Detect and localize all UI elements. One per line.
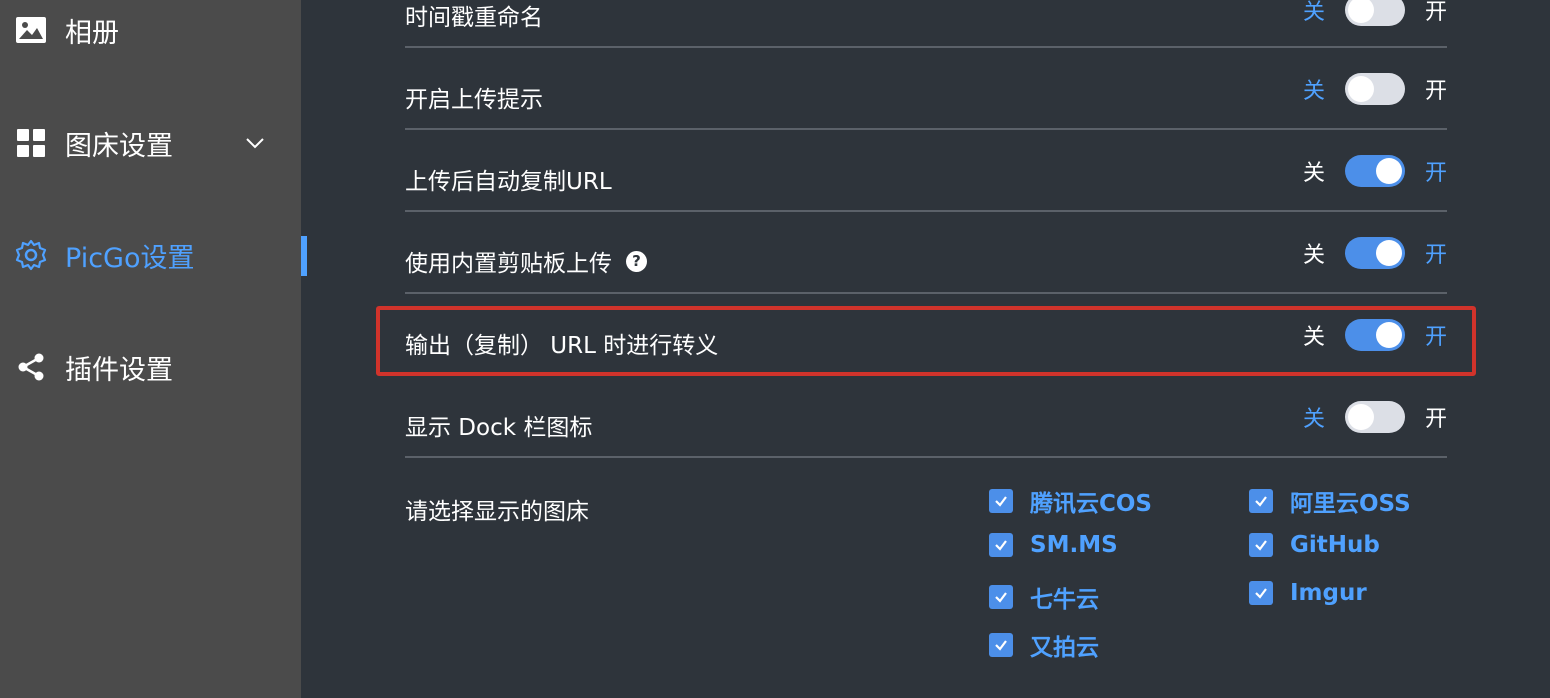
sidebar-item-album[interactable]: 相册 (0, 0, 301, 60)
switch-on-label: 开 (1424, 161, 1447, 186)
checkbox-box (1249, 581, 1273, 605)
checkbox-github[interactable]: GitHub (1249, 532, 1380, 558)
builtin-clipboard-toggle[interactable] (1344, 237, 1405, 269)
checkbox-box (989, 633, 1013, 657)
setting-label-text: 使用内置剪贴板上传 (405, 251, 612, 277)
setting-row-timestamp-rename: 时间戳重命名 关 开 (405, 0, 1447, 48)
check-icon (995, 592, 1007, 603)
toggle-knob (1375, 158, 1402, 184)
checkbox-smms[interactable]: SM.MS (989, 532, 1118, 558)
check-icon (1255, 540, 1267, 551)
highlight-box (376, 306, 1476, 376)
sidebar-item-label: PicGo设置 (65, 242, 195, 274)
auto-copy-url-toggle[interactable] (1344, 155, 1405, 187)
check-icon (1255, 588, 1267, 599)
check-icon (995, 640, 1007, 651)
switch-off-label: 关 (1302, 79, 1325, 104)
check-icon (995, 540, 1007, 551)
sidebar-item-picgo-settings[interactable]: PicGo设置 (0, 225, 301, 285)
checkbox-box (989, 533, 1013, 557)
chevron-down-icon[interactable] (244, 132, 266, 154)
share-icon (18, 353, 44, 381)
sidebar-item-label: 相册 (65, 17, 119, 49)
checkbox-label: 七牛云 (1030, 587, 1099, 613)
toggle-knob (1347, 0, 1374, 23)
checkbox-label: SM.MS (1030, 532, 1118, 558)
checkbox-box (989, 489, 1013, 513)
switch-off-label: 关 (1302, 407, 1325, 432)
sidebar-item-picbed-settings[interactable]: 图床设置 (0, 113, 301, 173)
checkbox-box (989, 585, 1013, 609)
picbed-select-label: 请选择显示的图床 (405, 499, 589, 525)
setting-label: 时间戳重命名 (405, 5, 543, 31)
sidebar-item-plugin-settings[interactable]: 插件设置 (0, 337, 301, 397)
checkbox-upyun[interactable]: 又拍云 (989, 628, 1099, 662)
check-icon (995, 496, 1007, 507)
checkbox-label: 腾讯云COS (1030, 491, 1152, 517)
switch-on-label: 开 (1424, 407, 1447, 432)
image-icon (16, 17, 46, 43)
setting-label: 显示 Dock 栏图标 (405, 415, 593, 441)
switch-group: 关 开 (1303, 155, 1447, 187)
dock-icon-toggle[interactable] (1344, 401, 1405, 433)
switch-group: 关 开 (1303, 0, 1447, 26)
checkbox-label: 又拍云 (1030, 635, 1099, 661)
checkbox-label: GitHub (1290, 532, 1380, 558)
gear-icon (15, 239, 47, 271)
setting-row-dock-icon: 显示 Dock 栏图标 关 开 (405, 376, 1447, 458)
sidebar-item-label: 插件设置 (65, 354, 173, 386)
checkbox-box (1249, 533, 1273, 557)
toggle-knob (1375, 240, 1402, 266)
grid-icon (17, 129, 45, 157)
setting-label: 使用内置剪贴板上传 ? (405, 246, 647, 277)
setting-row-upload-notification: 开启上传提示 关 开 (405, 48, 1447, 130)
upload-notification-toggle[interactable] (1344, 73, 1405, 105)
setting-label: 开启上传提示 (405, 87, 543, 113)
switch-off-label: 关 (1302, 0, 1325, 25)
timestamp-rename-toggle[interactable] (1344, 0, 1405, 26)
toggle-knob (1347, 404, 1374, 430)
check-icon (1255, 496, 1267, 507)
switch-group: 关 开 (1303, 401, 1447, 433)
switch-on-label: 开 (1424, 0, 1447, 25)
checkbox-label: Imgur (1290, 580, 1367, 606)
switch-group: 关 开 (1303, 73, 1447, 105)
switch-group: 关 开 (1303, 237, 1447, 269)
help-icon[interactable]: ? (626, 250, 647, 272)
active-indicator (301, 236, 307, 276)
checkbox-imgur[interactable]: Imgur (1249, 580, 1367, 606)
switch-on-label: 开 (1424, 243, 1447, 268)
switch-off-label: 关 (1302, 161, 1325, 186)
sidebar: 相册 图床设置 PicGo设置 插件设置 (0, 0, 301, 698)
toggle-knob (1347, 76, 1374, 102)
checkbox-box (1249, 489, 1273, 513)
setting-label: 上传后自动复制URL (405, 169, 612, 195)
sidebar-item-label: 图床设置 (65, 130, 173, 162)
checkbox-qiniu[interactable]: 七牛云 (989, 580, 1099, 614)
setting-row-builtin-clipboard: 使用内置剪贴板上传 ? 关 开 (405, 212, 1447, 294)
checkbox-aliyun-oss[interactable]: 阿里云OSS (1249, 484, 1411, 518)
switch-on-label: 开 (1424, 79, 1447, 104)
setting-row-auto-copy-url: 上传后自动复制URL 关 开 (405, 130, 1447, 212)
checkbox-label: 阿里云OSS (1290, 491, 1411, 517)
switch-off-label: 关 (1302, 243, 1325, 268)
checkbox-tencent-cos[interactable]: 腾讯云COS (989, 484, 1152, 518)
